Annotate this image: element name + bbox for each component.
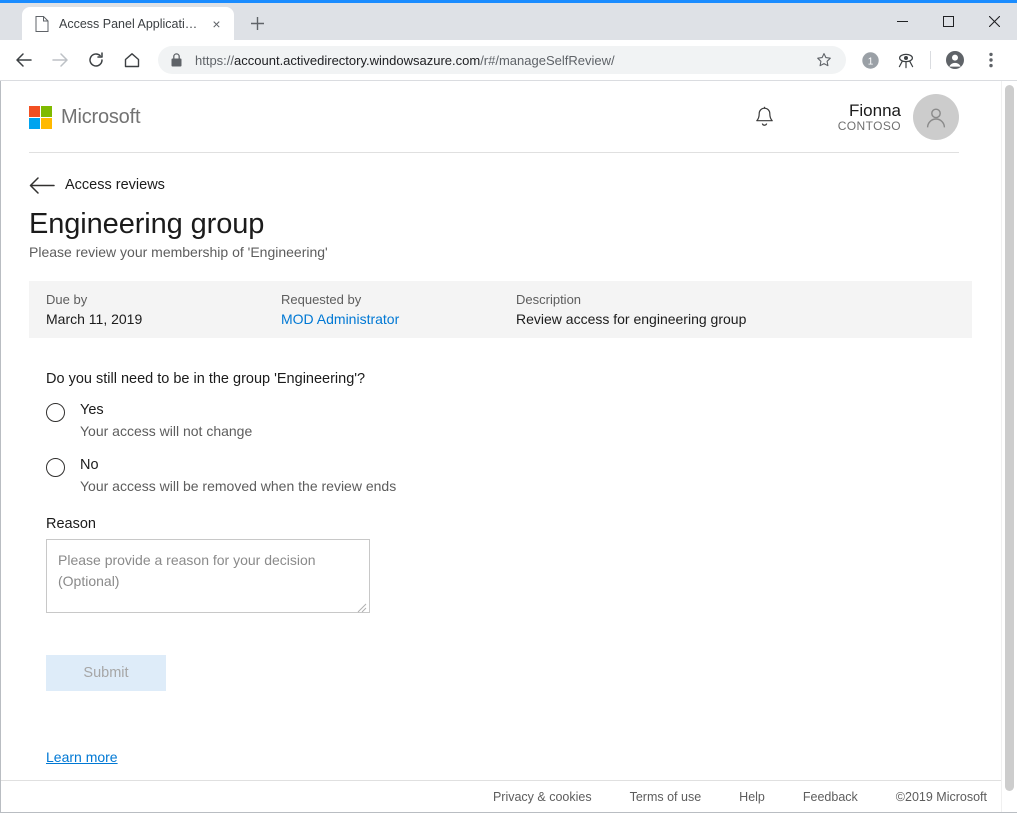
footer-copyright: ©2019 Microsoft — [896, 790, 987, 804]
browser-window: Access Panel Applications × — [0, 0, 1017, 813]
bookmark-star-icon[interactable] — [810, 46, 838, 74]
url-path: /r#/manageSelfReview/ — [480, 53, 614, 68]
page-title: Engineering group — [29, 208, 973, 241]
forward-icon[interactable] — [45, 45, 75, 75]
learn-more-link[interactable]: Learn more — [46, 749, 118, 765]
reason-placeholder: Please provide a reason for your decisio… — [58, 550, 358, 592]
tab-access-panel-applications[interactable]: Access Panel Applications × — [22, 7, 234, 40]
back-arrow-icon — [29, 175, 55, 195]
footer-link-feedback[interactable]: Feedback — [803, 790, 858, 804]
radio-texts: Yes Your access will not change — [80, 401, 252, 439]
home-icon[interactable] — [117, 45, 147, 75]
toolbar-divider — [930, 51, 931, 69]
maximize-icon[interactable] — [925, 3, 971, 40]
review-question: Do you still need to be in the group 'En… — [46, 371, 973, 387]
reason-label: Reason — [46, 516, 973, 532]
address-bar[interactable]: https://account.activedirectory.windowsa… — [158, 46, 846, 74]
page-icon — [34, 16, 50, 32]
svg-text:1: 1 — [867, 56, 873, 67]
back-to-access-reviews[interactable]: Access reviews — [29, 175, 973, 195]
page-viewport: Microsoft Fionna CONTOSO — [0, 81, 1017, 813]
extension-eye-icon[interactable] — [891, 45, 921, 75]
info-value: Review access for engineering group — [516, 311, 746, 327]
user-identity[interactable]: Fionna CONTOSO — [838, 101, 901, 133]
url-host: account.activedirectory.windowsazure.com — [234, 53, 480, 68]
resize-handle-icon[interactable] — [357, 600, 367, 610]
radio-circle-icon[interactable] — [46, 403, 65, 422]
radio-option-no[interactable]: No Your access will be removed when the … — [46, 456, 973, 494]
url-text: https://account.activedirectory.windowsa… — [195, 53, 810, 68]
page-subtitle: Please review your membership of 'Engine… — [29, 244, 973, 260]
info-description: Description Review access for engineerin… — [516, 292, 746, 327]
footer-link-terms[interactable]: Terms of use — [630, 790, 702, 804]
page-footer: Privacy & cookies Terms of use Help Feed… — [1, 780, 1001, 812]
main-content: Access reviews Engineering group Please … — [1, 175, 1001, 767]
page-content: Microsoft Fionna CONTOSO — [1, 81, 1001, 812]
avatar[interactable] — [913, 94, 959, 140]
info-label: Due by — [46, 292, 281, 307]
reason-input[interactable]: Please provide a reason for your decisio… — [46, 539, 370, 613]
scrollbar-thumb[interactable] — [1005, 85, 1014, 791]
header-divider — [29, 152, 959, 153]
microsoft-squares-icon — [29, 106, 52, 129]
lock-icon — [171, 53, 185, 67]
radio-circle-icon[interactable] — [46, 458, 65, 477]
radio-texts: No Your access will be removed when the … — [80, 456, 396, 494]
requested-by-link[interactable]: MOD Administrator — [281, 311, 516, 327]
footer-link-help[interactable]: Help — [739, 790, 765, 804]
review-info-bar: Due by March 11, 2019 Requested by MOD A… — [29, 281, 972, 338]
reload-icon[interactable] — [81, 45, 111, 75]
radio-description: Your access will be removed when the rev… — [80, 478, 396, 494]
tab-strip: Access Panel Applications × — [0, 3, 1017, 40]
brand-name: Microsoft — [61, 106, 140, 129]
url-scheme: https:// — [195, 53, 234, 68]
user-name: Fionna — [838, 101, 901, 120]
close-window-icon[interactable] — [971, 3, 1017, 40]
close-icon[interactable]: × — [208, 15, 225, 32]
radio-label: No — [80, 457, 99, 473]
microsoft-header: Microsoft Fionna CONTOSO — [1, 81, 1001, 153]
radio-description: Your access will not change — [80, 423, 252, 439]
page-scrollbar[interactable] — [1001, 81, 1017, 812]
window-controls — [879, 3, 1017, 40]
info-label: Description — [516, 292, 746, 307]
decision-radio-group: Yes Your access will not change No Your … — [46, 401, 973, 494]
back-label: Access reviews — [65, 177, 165, 193]
info-value: March 11, 2019 — [46, 311, 281, 327]
new-tab-button[interactable] — [243, 9, 271, 37]
info-circle-icon[interactable]: 1 — [855, 45, 885, 75]
footer-link-privacy[interactable]: Privacy & cookies — [493, 790, 592, 804]
header-right: Fionna CONTOSO — [752, 94, 959, 140]
profile-avatar-icon[interactable] — [940, 45, 970, 75]
user-org: CONTOSO — [838, 120, 901, 133]
microsoft-logo[interactable]: Microsoft — [29, 106, 140, 129]
bell-icon[interactable] — [752, 104, 778, 130]
more-menu-icon[interactable] — [976, 45, 1006, 75]
radio-label: Yes — [80, 402, 104, 418]
info-requested-by: Requested by MOD Administrator — [281, 292, 516, 327]
info-label: Requested by — [281, 292, 516, 307]
submit-button[interactable]: Submit — [46, 655, 166, 691]
browser-toolbar: https://account.activedirectory.windowsa… — [0, 40, 1017, 81]
minimize-icon[interactable] — [879, 3, 925, 40]
tab-title: Access Panel Applications — [59, 17, 202, 31]
back-icon[interactable] — [9, 45, 39, 75]
info-due-by: Due by March 11, 2019 — [46, 292, 281, 327]
radio-option-yes[interactable]: Yes Your access will not change — [46, 401, 973, 439]
